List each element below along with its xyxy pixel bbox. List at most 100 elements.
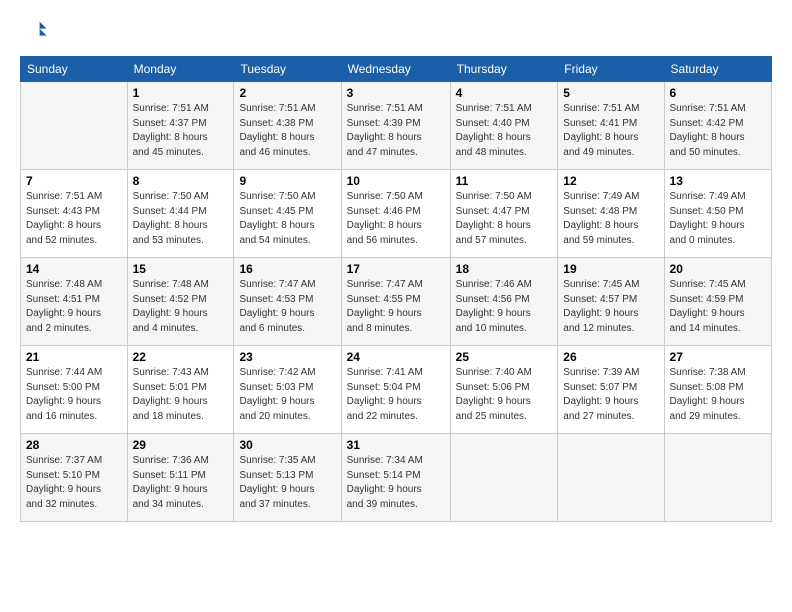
- calendar-week-row: 28 Sunrise: 7:37 AM Sunset: 5:10 PM Dayli…: [21, 434, 772, 522]
- calendar-cell: 11 Sunrise: 7:50 AM Sunset: 4:47 PM Dayli…: [450, 170, 558, 258]
- calendar-week-row: 21 Sunrise: 7:44 AM Sunset: 5:00 PM Dayli…: [21, 346, 772, 434]
- calendar-cell: 22 Sunrise: 7:43 AM Sunset: 5:01 PM Dayli…: [127, 346, 234, 434]
- day-number: 21: [26, 350, 122, 364]
- day-number: 3: [347, 86, 445, 100]
- day-number: 5: [563, 86, 658, 100]
- day-number: 2: [239, 86, 335, 100]
- day-number: 12: [563, 174, 658, 188]
- day-number: 25: [456, 350, 553, 364]
- day-info: Sunrise: 7:39 AM Sunset: 5:07 PM Dayligh…: [563, 366, 658, 424]
- calendar-cell: 14 Sunrise: 7:48 AM Sunset: 4:51 PM Dayli…: [21, 258, 128, 346]
- day-number: 29: [133, 438, 229, 452]
- page-container: SundayMondayTuesdayWednesdayThursdayFrid…: [0, 0, 792, 532]
- calendar-cell: 19 Sunrise: 7:45 AM Sunset: 4:57 PM Dayli…: [558, 258, 664, 346]
- day-info: Sunrise: 7:43 AM Sunset: 5:01 PM Dayligh…: [133, 366, 229, 424]
- day-number: 14: [26, 262, 122, 276]
- calendar-cell: 16 Sunrise: 7:47 AM Sunset: 4:53 PM Dayli…: [234, 258, 341, 346]
- day-number: 6: [670, 86, 766, 100]
- calendar-cell: 9 Sunrise: 7:50 AM Sunset: 4:45 PM Daylig…: [234, 170, 341, 258]
- day-info: Sunrise: 7:34 AM Sunset: 5:14 PM Dayligh…: [347, 454, 445, 512]
- calendar-cell: 20Sunrise: 7:45 AM Sunset: 4:59 PM Dayli…: [664, 258, 771, 346]
- calendar-cell: 18Sunrise: 7:46 AM Sunset: 4:56 PM Dayli…: [450, 258, 558, 346]
- day-info: Sunrise: 7:50 AM Sunset: 4:44 PM Dayligh…: [133, 190, 229, 248]
- calendar-week-row: 1Sunrise: 7:51 AM Sunset: 4:37 PM Daylig…: [21, 82, 772, 170]
- day-number: 10: [347, 174, 445, 188]
- calendar-cell: 26 Sunrise: 7:39 AM Sunset: 5:07 PM Dayli…: [558, 346, 664, 434]
- calendar-cell: 28 Sunrise: 7:37 AM Sunset: 5:10 PM Dayli…: [21, 434, 128, 522]
- calendar-cell: 1Sunrise: 7:51 AM Sunset: 4:37 PM Daylig…: [127, 82, 234, 170]
- day-info: Sunrise: 7:51 AM Sunset: 4:39 PM Dayligh…: [347, 102, 445, 160]
- day-number: 19: [563, 262, 658, 276]
- day-info: Sunrise: 7:42 AM Sunset: 5:03 PM Dayligh…: [239, 366, 335, 424]
- day-info: Sunrise: 7:44 AM Sunset: 5:00 PM Dayligh…: [26, 366, 122, 424]
- calendar-cell: 4Sunrise: 7:51 AM Sunset: 4:40 PM Daylig…: [450, 82, 558, 170]
- day-info: Sunrise: 7:38 AM Sunset: 5:08 PM Dayligh…: [670, 366, 766, 424]
- day-info: Sunrise: 7:49 AM Sunset: 4:50 PM Dayligh…: [670, 190, 766, 248]
- calendar-cell: 30 Sunrise: 7:35 AM Sunset: 5:13 PM Dayli…: [234, 434, 341, 522]
- weekday-header-row: SundayMondayTuesdayWednesdayThursdayFrid…: [21, 57, 772, 82]
- day-number: 4: [456, 86, 553, 100]
- calendar-week-row: 7 Sunrise: 7:51 AM Sunset: 4:43 PM Daylig…: [21, 170, 772, 258]
- day-info: Sunrise: 7:41 AM Sunset: 5:04 PM Dayligh…: [347, 366, 445, 424]
- day-info: Sunrise: 7:51 AM Sunset: 4:43 PM Dayligh…: [26, 190, 122, 248]
- day-info: Sunrise: 7:47 AM Sunset: 4:55 PM Dayligh…: [347, 278, 445, 336]
- calendar-cell: 15 Sunrise: 7:48 AM Sunset: 4:52 PM Dayli…: [127, 258, 234, 346]
- day-number: 15: [133, 262, 229, 276]
- day-info: Sunrise: 7:51 AM Sunset: 4:42 PM Dayligh…: [670, 102, 766, 160]
- calendar-cell: [450, 434, 558, 522]
- day-info: Sunrise: 7:37 AM Sunset: 5:10 PM Dayligh…: [26, 454, 122, 512]
- calendar-cell: 23 Sunrise: 7:42 AM Sunset: 5:03 PM Dayli…: [234, 346, 341, 434]
- day-info: Sunrise: 7:46 AM Sunset: 4:56 PM Dayligh…: [456, 278, 553, 336]
- day-info: Sunrise: 7:45 AM Sunset: 4:57 PM Dayligh…: [563, 278, 658, 336]
- day-number: 13: [670, 174, 766, 188]
- day-info: Sunrise: 7:49 AM Sunset: 4:48 PM Dayligh…: [563, 190, 658, 248]
- logo: [20, 16, 52, 44]
- day-number: 8: [133, 174, 229, 188]
- day-info: Sunrise: 7:48 AM Sunset: 4:52 PM Dayligh…: [133, 278, 229, 336]
- calendar-cell: 13 Sunrise: 7:49 AM Sunset: 4:50 PM Dayli…: [664, 170, 771, 258]
- weekday-header-sunday: Sunday: [21, 57, 128, 82]
- day-info: Sunrise: 7:36 AM Sunset: 5:11 PM Dayligh…: [133, 454, 229, 512]
- day-number: 24: [347, 350, 445, 364]
- day-info: Sunrise: 7:35 AM Sunset: 5:13 PM Dayligh…: [239, 454, 335, 512]
- day-info: Sunrise: 7:48 AM Sunset: 4:51 PM Dayligh…: [26, 278, 122, 336]
- day-number: 16: [239, 262, 335, 276]
- day-number: 28: [26, 438, 122, 452]
- day-info: Sunrise: 7:51 AM Sunset: 4:41 PM Dayligh…: [563, 102, 658, 160]
- day-info: Sunrise: 7:51 AM Sunset: 4:38 PM Dayligh…: [239, 102, 335, 160]
- weekday-header-monday: Monday: [127, 57, 234, 82]
- day-info: Sunrise: 7:50 AM Sunset: 4:47 PM Dayligh…: [456, 190, 553, 248]
- calendar-cell: [558, 434, 664, 522]
- day-number: 9: [239, 174, 335, 188]
- day-number: 30: [239, 438, 335, 452]
- calendar-week-row: 14 Sunrise: 7:48 AM Sunset: 4:51 PM Dayli…: [21, 258, 772, 346]
- header: [20, 16, 772, 44]
- day-info: Sunrise: 7:45 AM Sunset: 4:59 PM Dayligh…: [670, 278, 766, 336]
- calendar-cell: 2 Sunrise: 7:51 AM Sunset: 4:38 PM Daylig…: [234, 82, 341, 170]
- day-number: 7: [26, 174, 122, 188]
- logo-icon: [20, 16, 48, 44]
- calendar-cell: 6 Sunrise: 7:51 AM Sunset: 4:42 PM Daylig…: [664, 82, 771, 170]
- weekday-header-saturday: Saturday: [664, 57, 771, 82]
- calendar-cell: 31Sunrise: 7:34 AM Sunset: 5:14 PM Dayli…: [341, 434, 450, 522]
- calendar-cell: 3 Sunrise: 7:51 AM Sunset: 4:39 PM Daylig…: [341, 82, 450, 170]
- day-info: Sunrise: 7:47 AM Sunset: 4:53 PM Dayligh…: [239, 278, 335, 336]
- day-info: Sunrise: 7:40 AM Sunset: 5:06 PM Dayligh…: [456, 366, 553, 424]
- calendar-table: SundayMondayTuesdayWednesdayThursdayFrid…: [20, 56, 772, 522]
- day-number: 27: [670, 350, 766, 364]
- day-number: 11: [456, 174, 553, 188]
- day-info: Sunrise: 7:50 AM Sunset: 4:45 PM Dayligh…: [239, 190, 335, 248]
- calendar-cell: 27 Sunrise: 7:38 AM Sunset: 5:08 PM Dayli…: [664, 346, 771, 434]
- day-number: 26: [563, 350, 658, 364]
- calendar-cell: 29 Sunrise: 7:36 AM Sunset: 5:11 PM Dayli…: [127, 434, 234, 522]
- weekday-header-friday: Friday: [558, 57, 664, 82]
- calendar-cell: 17Sunrise: 7:47 AM Sunset: 4:55 PM Dayli…: [341, 258, 450, 346]
- calendar-cell: 8 Sunrise: 7:50 AM Sunset: 4:44 PM Daylig…: [127, 170, 234, 258]
- weekday-header-wednesday: Wednesday: [341, 57, 450, 82]
- calendar-cell: 24 Sunrise: 7:41 AM Sunset: 5:04 PM Dayli…: [341, 346, 450, 434]
- calendar-cell: 7 Sunrise: 7:51 AM Sunset: 4:43 PM Daylig…: [21, 170, 128, 258]
- day-number: 22: [133, 350, 229, 364]
- calendar-cell: 5 Sunrise: 7:51 AM Sunset: 4:41 PM Daylig…: [558, 82, 664, 170]
- calendar-cell: 25 Sunrise: 7:40 AM Sunset: 5:06 PM Dayli…: [450, 346, 558, 434]
- day-number: 23: [239, 350, 335, 364]
